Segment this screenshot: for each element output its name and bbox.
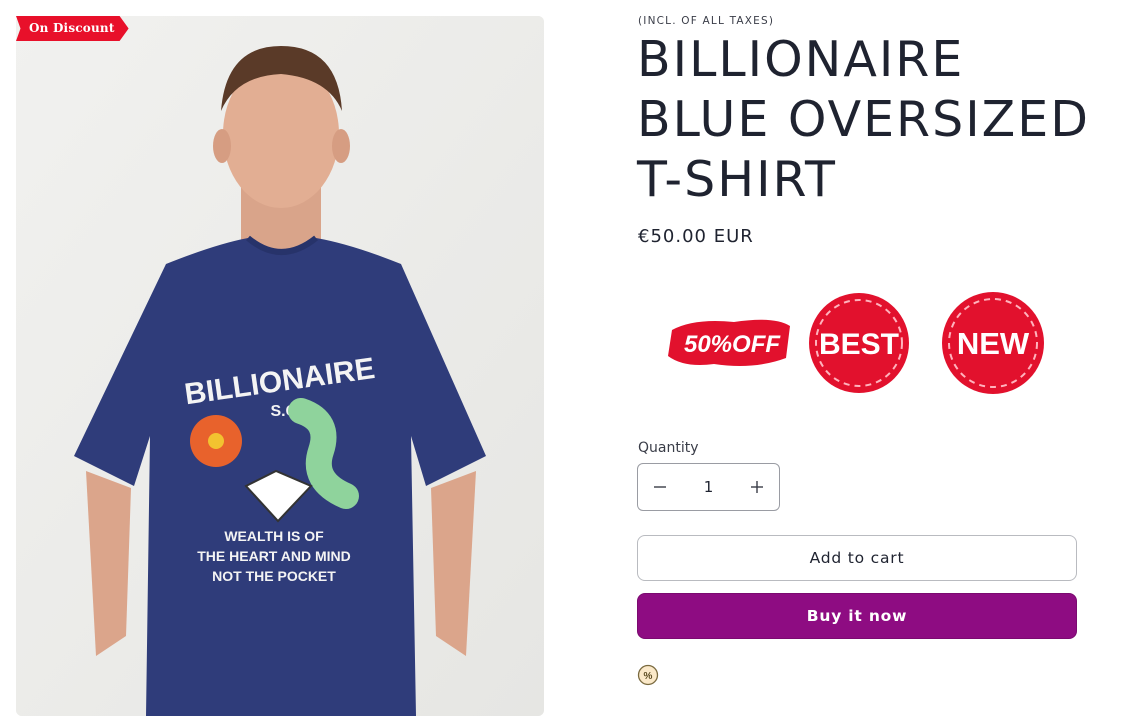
quantity-label: Quantity xyxy=(638,440,699,456)
sticker-50-off: 50%OFF xyxy=(684,331,781,358)
quantity-decrease-button[interactable] xyxy=(638,464,683,510)
quantity-input[interactable] xyxy=(682,477,735,497)
discount-badge: On Discount xyxy=(16,16,129,41)
quantity-stepper xyxy=(637,463,780,511)
promo-stickers: 50%OFF BEST NEW xyxy=(660,288,1060,398)
print-line: NOT THE POCKET xyxy=(212,568,336,584)
svg-text:%: % xyxy=(644,671,653,682)
quantity-increase-button[interactable] xyxy=(735,464,780,510)
minus-icon xyxy=(654,486,667,488)
sticker-new: NEW xyxy=(957,326,1030,361)
discount-sticker-icon: 50%OFF xyxy=(668,319,790,366)
sticker-best: BEST xyxy=(819,328,899,361)
percent-badge-icon: % xyxy=(637,664,659,686)
best-sticker-icon: BEST xyxy=(809,293,909,393)
add-to-cart-button[interactable]: Add to cart xyxy=(637,535,1077,581)
buy-now-button[interactable]: Buy it now xyxy=(637,593,1077,639)
product-photo: BILLIONAIRE S.C. WEALTH IS OF THE HEART … xyxy=(16,16,544,716)
product-image[interactable]: BILLIONAIRE S.C. WEALTH IS OF THE HEART … xyxy=(16,16,544,716)
print-line: WEALTH IS OF xyxy=(224,528,324,544)
print-line: THE HEART AND MIND xyxy=(197,548,350,564)
plus-icon xyxy=(750,481,763,493)
product-price: €50.00 EUR xyxy=(638,226,754,247)
tax-note: (INCL. OF ALL TAXES) xyxy=(638,15,775,27)
product-title: BILLIONAIRE BLUE OVERSIZED T-SHIRT xyxy=(637,31,1090,208)
new-sticker-icon: NEW xyxy=(942,292,1044,394)
